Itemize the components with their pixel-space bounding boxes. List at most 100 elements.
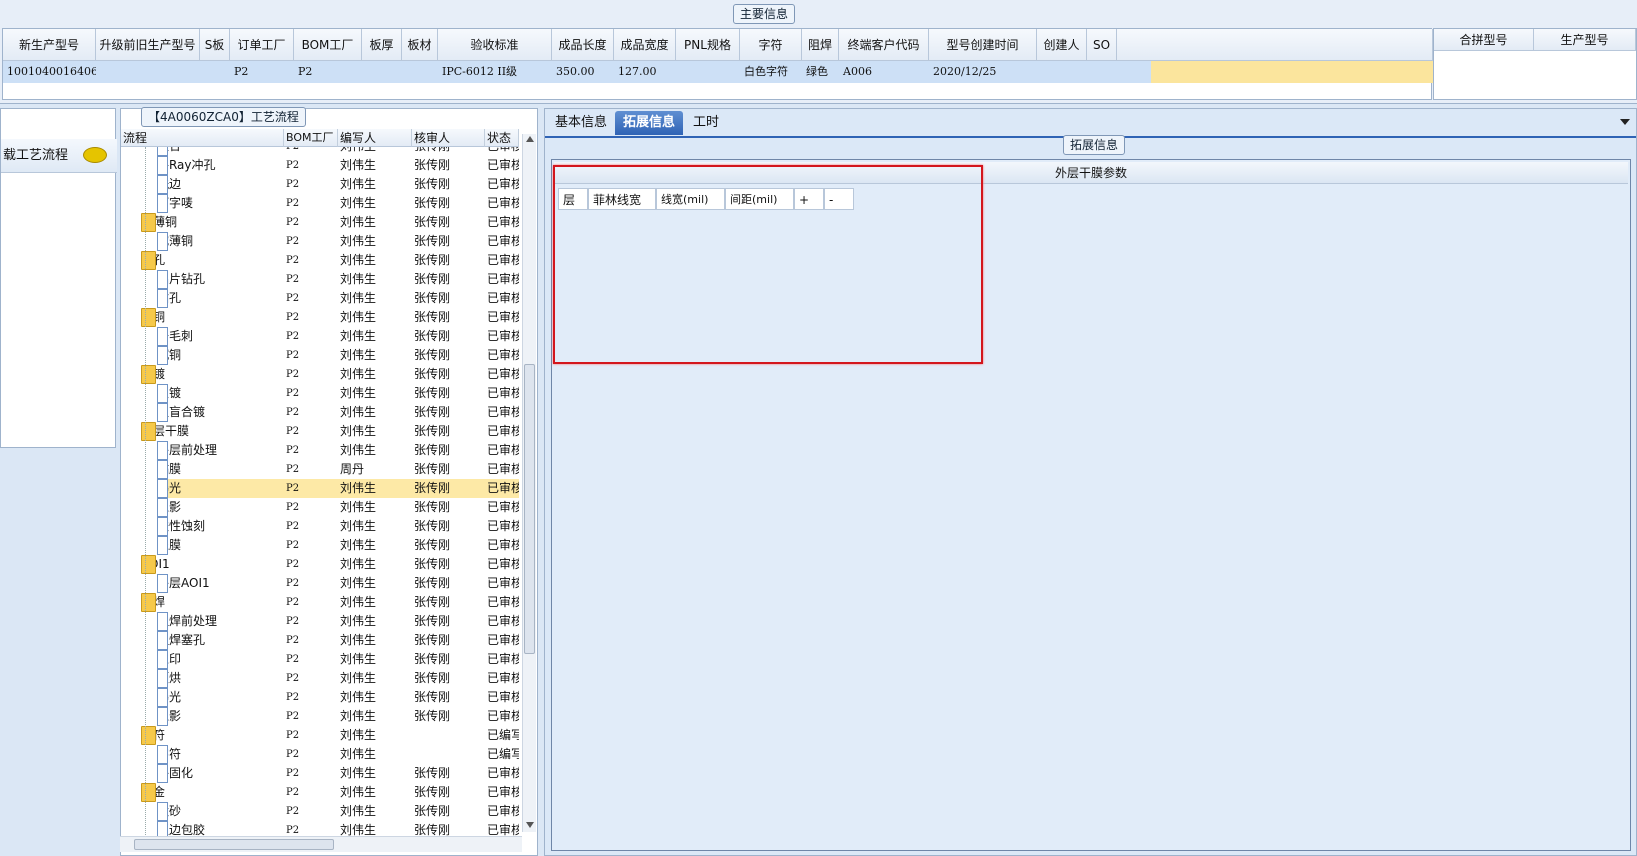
tab-extended-info[interactable]: 拓展信息 [615, 111, 684, 135]
process-tree-row[interactable]: 通盲合镀 P2 刘伟生 张传刚 已审核 [121, 403, 519, 422]
process-tree-row[interactable]: 沉铜 P2 刘伟生 张传刚 已审核 [121, 346, 519, 365]
main-cell[interactable]: 白色字符 [740, 61, 802, 83]
tree-horizontal-scrollbar[interactable] [120, 836, 522, 852]
process-tree-row[interactable]: −AOI1P2 刘伟生 张传刚 已审核 [121, 555, 519, 574]
col-bom-factory[interactable]: BOM工厂 [284, 129, 338, 147]
process-tree-row[interactable]: 打字唛 P2 刘伟生 张传刚 已审核 [121, 194, 519, 213]
process-tree-row[interactable]: 预烘 P2 刘伟生 张传刚 已审核 [121, 669, 519, 688]
main-cell[interactable]: 10010400164060 [3, 61, 96, 83]
hscroll-thumb[interactable] [134, 839, 334, 850]
main-col-header[interactable]: 板材 [402, 29, 438, 61]
process-tree-row[interactable]: 喷砂 P2 刘伟生 张传刚 已审核 [121, 802, 519, 821]
bom-cell: P2 [286, 768, 300, 779]
main-cell[interactable] [1087, 61, 1117, 83]
process-tree-row[interactable]: 曝光 P2 刘伟生 张传刚 已审核 [121, 479, 519, 498]
main-col-header[interactable]: SO [1087, 29, 1117, 61]
tab-work-hours[interactable]: 工时 [685, 111, 727, 135]
scroll-thumb[interactable] [524, 364, 535, 654]
writer-cell: 刘伟生 [340, 386, 377, 400]
process-tree-row[interactable]: 丝印 P2 刘伟生 张传刚 已审核 [121, 650, 519, 669]
col-flow[interactable]: 流程 [121, 129, 284, 147]
main-cell[interactable]: A006 [839, 61, 929, 83]
process-tree-row[interactable]: 显影 P2 刘伟生 张传刚 已审核 [121, 498, 519, 517]
main-col-header[interactable]: S板 [200, 29, 230, 61]
main-col-header[interactable]: 型号创建时间 [929, 29, 1037, 61]
process-tree-row[interactable]: 贴膜 P2 周丹 张传刚 已审核 [121, 460, 519, 479]
main-cell[interactable] [1037, 61, 1087, 83]
process-tree-row[interactable]: 铣边 P2 刘伟生 张传刚 已审核 [121, 175, 519, 194]
col-auditor[interactable]: 核审人 [412, 129, 485, 147]
main-col-header[interactable]: PNL规格 [676, 29, 740, 61]
process-tree-row[interactable]: −钻孔P2 刘伟生 张传刚 已审核 [121, 251, 519, 270]
main-col-header[interactable]: BOM工厂 [294, 29, 362, 61]
main-cell[interactable] [200, 61, 230, 83]
process-tree-row[interactable]: −沉金P2 刘伟生 张传刚 已审核 [121, 783, 519, 802]
process-tree-row[interactable]: 显影 P2 刘伟生 张传刚 已审核 [121, 707, 519, 726]
col-writer[interactable]: 编写人 [338, 129, 412, 147]
main-info-grid[interactable]: 新生产型号 10010400164060 升级前旧生产型号 S板 订单工厂 P2 BOM工厂… [2, 28, 1433, 100]
process-tree-row[interactable]: 铝片钻孔 P2 刘伟生 张传刚 已审核 [121, 270, 519, 289]
process-tree-row[interactable]: −外层干膜P2 刘伟生 张传刚 已审核 [121, 422, 519, 441]
tree-vertical-scrollbar[interactable] [522, 134, 536, 832]
main-col-header[interactable]: 验收标准 [438, 29, 552, 61]
process-tree-row[interactable]: 板边包胶 P2 刘伟生 张传刚 已审核 [121, 821, 519, 837]
main-cell[interactable]: 127.00 [614, 61, 676, 83]
main-col-header[interactable]: 板厚 [362, 29, 402, 61]
scroll-up-arrow-icon[interactable] [526, 136, 534, 142]
process-tree-row[interactable]: −沉铜P2 刘伟生 张传刚 已审核 [121, 308, 519, 327]
scroll-down-arrow-icon[interactable] [526, 822, 534, 828]
status-cell: 已审核 [487, 785, 519, 799]
main-col-header[interactable]: 创建人 [1037, 29, 1087, 61]
main-cell[interactable]: P2 [294, 61, 362, 83]
main-cell[interactable]: IPC-6012 II级 [438, 61, 552, 83]
main-cell[interactable] [362, 61, 402, 83]
process-tree-row[interactable]: 阻焊塞孔 P2 刘伟生 张传刚 已审核 [121, 631, 519, 650]
merge-model-grid[interactable]: 合拼型号 生产型号 [1433, 28, 1637, 100]
main-cell[interactable]: 350.00 [552, 61, 614, 83]
main-col-header[interactable]: 终端客户代码 [839, 29, 929, 61]
process-tree-row[interactable]: 外层AOI1 P2 刘伟生 张传刚 已审核 [121, 574, 519, 593]
main-col-header[interactable]: 新生产型号 [3, 29, 96, 61]
process-tree-row[interactable]: 板镀 P2 刘伟生 张传刚 已审核 [121, 384, 519, 403]
process-tree[interactable]: 压合P2刘伟生张传刚已审核X-Ray冲孔P2刘伟生张传刚已审核铣边P2刘伟生张传… [121, 147, 521, 837]
col-production-model[interactable]: 生产型号 [1534, 29, 1636, 51]
process-tree-row[interactable]: X-Ray冲孔 P2 刘伟生 张传刚 已审核 [121, 156, 519, 175]
main-cell[interactable] [676, 61, 740, 83]
tab-basic-info[interactable]: 基本信息 [547, 111, 615, 135]
main-col-header[interactable]: 成品长度 [552, 29, 614, 61]
col-status[interactable]: 状态 [485, 129, 519, 147]
speech-bubble-icon[interactable] [83, 147, 107, 163]
process-tree-row[interactable]: 去毛刺 P2 刘伟生 张传刚 已审核 [121, 327, 519, 346]
main-col-header[interactable]: 成品宽度 [614, 29, 676, 61]
process-tree-row[interactable]: −电镀P2 刘伟生 张传刚 已审核 [121, 365, 519, 384]
process-tree-row[interactable]: 字符 P2 刘伟生 已编写 [121, 745, 519, 764]
process-tree-row[interactable]: 压合P2刘伟生张传刚已审核 [121, 147, 519, 156]
process-tree-row[interactable]: 阻焊前处理 P2 刘伟生 张传刚 已审核 [121, 612, 519, 631]
main-cell[interactable]: P2 [230, 61, 294, 83]
process-tree-row[interactable]: −字符P2 刘伟生 已编写 [121, 726, 519, 745]
process-tree-row[interactable]: 减薄铜 P2 刘伟生 张传刚 已审核 [121, 232, 519, 251]
process-tree-row[interactable]: −阻焊P2 刘伟生 张传刚 已审核 [121, 593, 519, 612]
main-col-header[interactable]: 订单工厂 [230, 29, 294, 61]
main-cell[interactable] [96, 61, 200, 83]
process-tree-row[interactable]: 钻孔 P2 刘伟生 张传刚 已审核 [121, 289, 519, 308]
process-tree-row[interactable]: −减薄铜P2 刘伟生 张传刚 已审核 [121, 213, 519, 232]
main-col-header[interactable]: 阻焊 [802, 29, 839, 61]
process-step-cell: 酸性蚀刻 [157, 517, 284, 536]
bom-cell: P2 [286, 578, 300, 589]
load-process-item[interactable]: 载工艺流程 [1, 139, 117, 173]
process-tree-row[interactable]: 终固化 P2 刘伟生 张传刚 已审核 [121, 764, 519, 783]
main-col-header[interactable]: 升级前旧生产型号 [96, 29, 200, 61]
process-tree-row[interactable]: 曝光 P2 刘伟生 张传刚 已审核 [121, 688, 519, 707]
panel-dropdown-icon[interactable] [1620, 119, 1630, 125]
auditor-cell: 张传刚 [414, 215, 451, 229]
main-cell[interactable] [402, 61, 438, 83]
col-merge-model[interactable]: 合拼型号 [1434, 29, 1534, 51]
main-cell[interactable]: 2020/12/25 [929, 61, 1037, 83]
process-tree-row[interactable]: 外层前处理 P2 刘伟生 张传刚 已审核 [121, 441, 519, 460]
writer-cell: 刘伟生 [340, 538, 377, 552]
main-cell[interactable]: 绿色 [802, 61, 839, 83]
process-tree-row[interactable]: 退膜 P2 刘伟生 张传刚 已审核 [121, 536, 519, 555]
main-col-header[interactable]: 字符 [740, 29, 802, 61]
process-tree-row[interactable]: 酸性蚀刻 P2 刘伟生 张传刚 已审核 [121, 517, 519, 536]
